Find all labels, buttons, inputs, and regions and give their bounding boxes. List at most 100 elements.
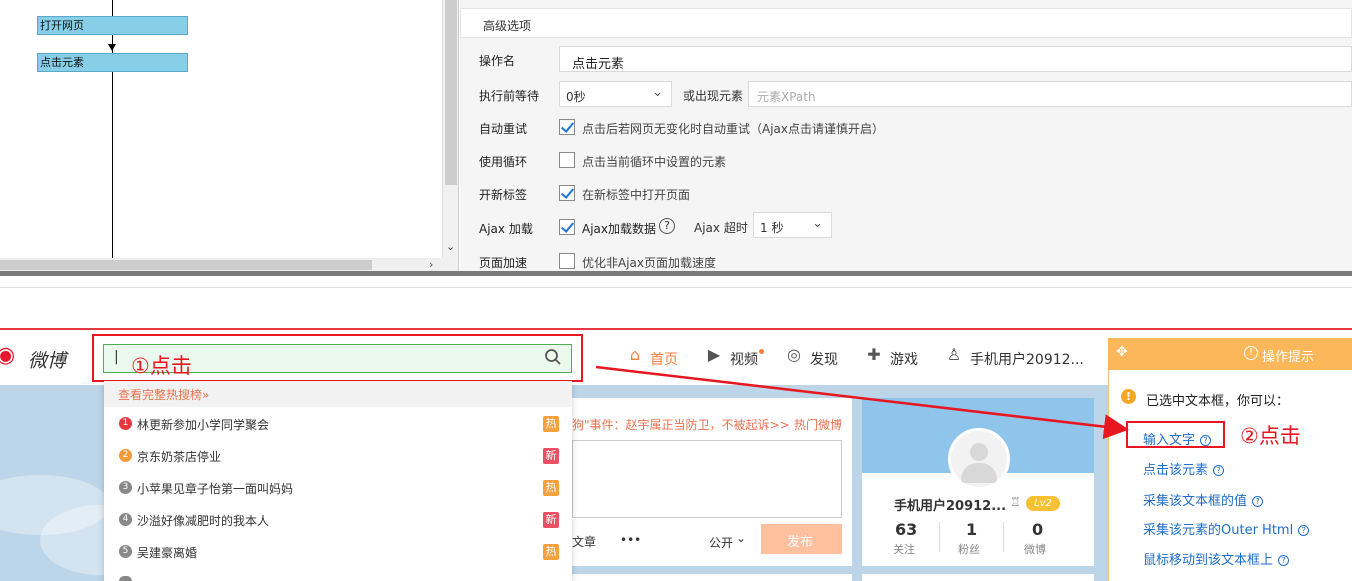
profile-name[interactable]: 手机用户20912... [894, 495, 1006, 514]
or-appear-label: 或出现元素 [683, 89, 744, 103]
nav-games[interactable]: 游戏 [890, 349, 918, 369]
info-icon: ! [1244, 346, 1258, 360]
profile-card: 手机用户20912... ♖ Lv2 63 关注 1 粉丝 0 微博 [862, 398, 1094, 566]
list-item[interactable]: 2 京东奶茶店停业 新 [104, 440, 572, 472]
ajax-timeout-select[interactable]: 1 秒 ⌄ [753, 212, 832, 238]
gamepad-icon[interactable]: ✚ [864, 345, 884, 365]
home-icon[interactable]: ⌂ [625, 345, 645, 365]
hint-title: 操作提示 [1262, 350, 1315, 365]
speed-label: 页面加速 [479, 256, 528, 270]
horizontal-scroll-thumb[interactable] [0, 260, 372, 270]
click-element-link[interactable]: 点击该元素? [1143, 459, 1225, 478]
help-icon[interactable]: ? [1213, 465, 1225, 476]
nav-user[interactable]: 手机用户20912... [970, 349, 1084, 369]
publish-button[interactable]: 发布 [761, 524, 842, 554]
chevron-down-icon: ⌄ [812, 216, 823, 231]
op-name-label: 操作名 [479, 54, 516, 68]
collect-outer-html-link[interactable]: 采集该元素的Outer Html? [1143, 519, 1310, 538]
annotation-step1: ①点击 [131, 354, 192, 378]
weibo-logo-icon[interactable]: ◉ [0, 343, 15, 368]
stat-following[interactable]: 63 关注 [877, 520, 933, 556]
selection-outline [0, 328, 1352, 330]
visibility-select[interactable]: 公开 [709, 534, 733, 551]
loop-text: 点击当前循环中设置的元素 [582, 155, 727, 169]
level-badge[interactable]: Lv2 [1026, 496, 1060, 511]
hint-intro: 已选中文本框，你可以： [1146, 394, 1290, 409]
help-icon[interactable]: ? [1298, 525, 1310, 536]
help-icon[interactable]: ? [659, 218, 675, 234]
robot-icon: ♖ [1010, 495, 1021, 509]
xpath-input[interactable]: 元素XPath [748, 81, 1352, 107]
loop-label: 使用循环 [479, 155, 528, 169]
operation-hint-header[interactable]: ✥ ! 操作提示 [1108, 338, 1352, 370]
list-item[interactable]: 1 林更新参加小学同学聚会 热 [104, 408, 572, 440]
dropdown-header[interactable]: 查看完整热搜榜» [104, 381, 572, 407]
wait-select[interactable]: 0秒 ⌄ [559, 81, 672, 107]
retry-label: 自动重试 [479, 122, 528, 136]
stat-followers[interactable]: 1 粉丝 [942, 520, 998, 556]
hot-badge: 热 [543, 480, 559, 496]
newtab-label: 开新标签 [479, 188, 528, 202]
ajax-label: Ajax 加载 [479, 222, 533, 236]
retry-checkbox[interactable] [559, 119, 575, 135]
hot-badge: 热 [543, 416, 559, 432]
annotation-box-input-text [1126, 421, 1225, 448]
flow-node-click-element[interactable]: 点击元素 [37, 53, 188, 72]
op-name-input[interactable]: 点击元素 [559, 46, 1352, 72]
horizontal-scrollbar[interactable]: › [0, 258, 443, 272]
stat-posts[interactable]: 0 微博 [1008, 520, 1064, 556]
post-card: 狗"事件：赵宇属正当防卫，不被起诉>> 热门微博 文章 ••• 公开 ⌄ 发布 [572, 398, 852, 566]
wait-label: 执行前等待 [479, 89, 540, 103]
warning-icon: ! [1121, 389, 1136, 404]
weibo-logo-text[interactable]: 微博 [28, 346, 66, 373]
nav-video[interactable]: 视频 [730, 349, 758, 369]
ajax-checkbox[interactable] [559, 219, 575, 235]
hot-badge: 热 [543, 544, 559, 560]
newtab-checkbox[interactable] [559, 185, 575, 201]
nav-discover[interactable]: 发现 [810, 349, 838, 369]
advanced-options-header[interactable]: 高级选项 [460, 8, 1352, 38]
chevron-down-icon: ⌄ [736, 531, 747, 545]
hot-weibo-link[interactable]: 热门微博 [794, 416, 842, 433]
hot-headline[interactable]: 狗"事件：赵宇属正当防卫，不被起诉>> [572, 416, 790, 433]
scroll-right-icon[interactable]: › [429, 258, 433, 271]
help-icon[interactable]: ? [1252, 496, 1264, 507]
loop-checkbox[interactable] [559, 152, 575, 168]
move-icon[interactable]: ✥ [1116, 344, 1128, 360]
scroll-down-icon[interactable]: ⌄ [446, 240, 455, 253]
vertical-scroll-thumb[interactable] [445, 0, 457, 185]
workflow-panel: 打开网页 点击元素 › [0, 0, 443, 272]
video-icon[interactable]: ▶ [704, 345, 724, 365]
list-item[interactable]: 3 小苹果见章子怡第一面叫妈妈 热 [104, 472, 572, 504]
flow-node-open-page[interactable]: 打开网页 [37, 16, 188, 35]
avatar[interactable] [948, 428, 1010, 490]
new-badge: 新 [543, 512, 559, 528]
browser-bar [0, 276, 1352, 288]
compass-icon[interactable]: ◎ [784, 345, 804, 365]
flow-connector-line [112, 0, 113, 258]
collect-value-link[interactable]: 采集该文本框的值? [1143, 490, 1264, 509]
more-button[interactable]: ••• [620, 533, 641, 547]
list-item[interactable]: 5 吴建豪离婚 热 [104, 536, 572, 568]
article-button[interactable]: 文章 [572, 533, 596, 550]
annotation-step2: ②点击 [1240, 424, 1301, 448]
advanced-options-panel: 高级选项 操作名 点击元素 执行前等待 0秒 ⌄ 或出现元素 元素XPath 自… [460, 0, 1352, 272]
speed-text: 优化非Ajax页面加载速度 [582, 256, 716, 270]
nav-home[interactable]: 首页 [650, 349, 678, 369]
user-icon[interactable]: ♙ [944, 345, 964, 365]
notification-dot [759, 349, 764, 354]
ajax-timeout-label: Ajax 超时 [694, 221, 748, 235]
chevron-down-icon: ⌄ [652, 85, 663, 100]
vertical-scrollbar[interactable]: ⌄ [443, 0, 459, 272]
newtab-text: 在新标签中打开页面 [582, 188, 691, 202]
advanced-options-title: 高级选项 [483, 19, 532, 33]
ajax-text: Ajax加载数据 [582, 222, 656, 236]
flow-arrow-icon [108, 44, 116, 51]
hot-search-dropdown: 查看完整热搜榜» 1 林更新参加小学同学聚会 热 2 京东奶茶店停业 新 3 小… [104, 381, 572, 581]
help-icon[interactable]: ? [1278, 555, 1290, 566]
list-item[interactable]: 4 沙溢好像减肥时的我本人 新 [104, 504, 572, 536]
new-badge: 新 [543, 448, 559, 464]
post-textarea[interactable] [572, 440, 842, 518]
mouse-hover-link[interactable]: 鼠标移动到该文本框上? [1143, 549, 1290, 568]
speed-checkbox[interactable] [559, 253, 575, 269]
